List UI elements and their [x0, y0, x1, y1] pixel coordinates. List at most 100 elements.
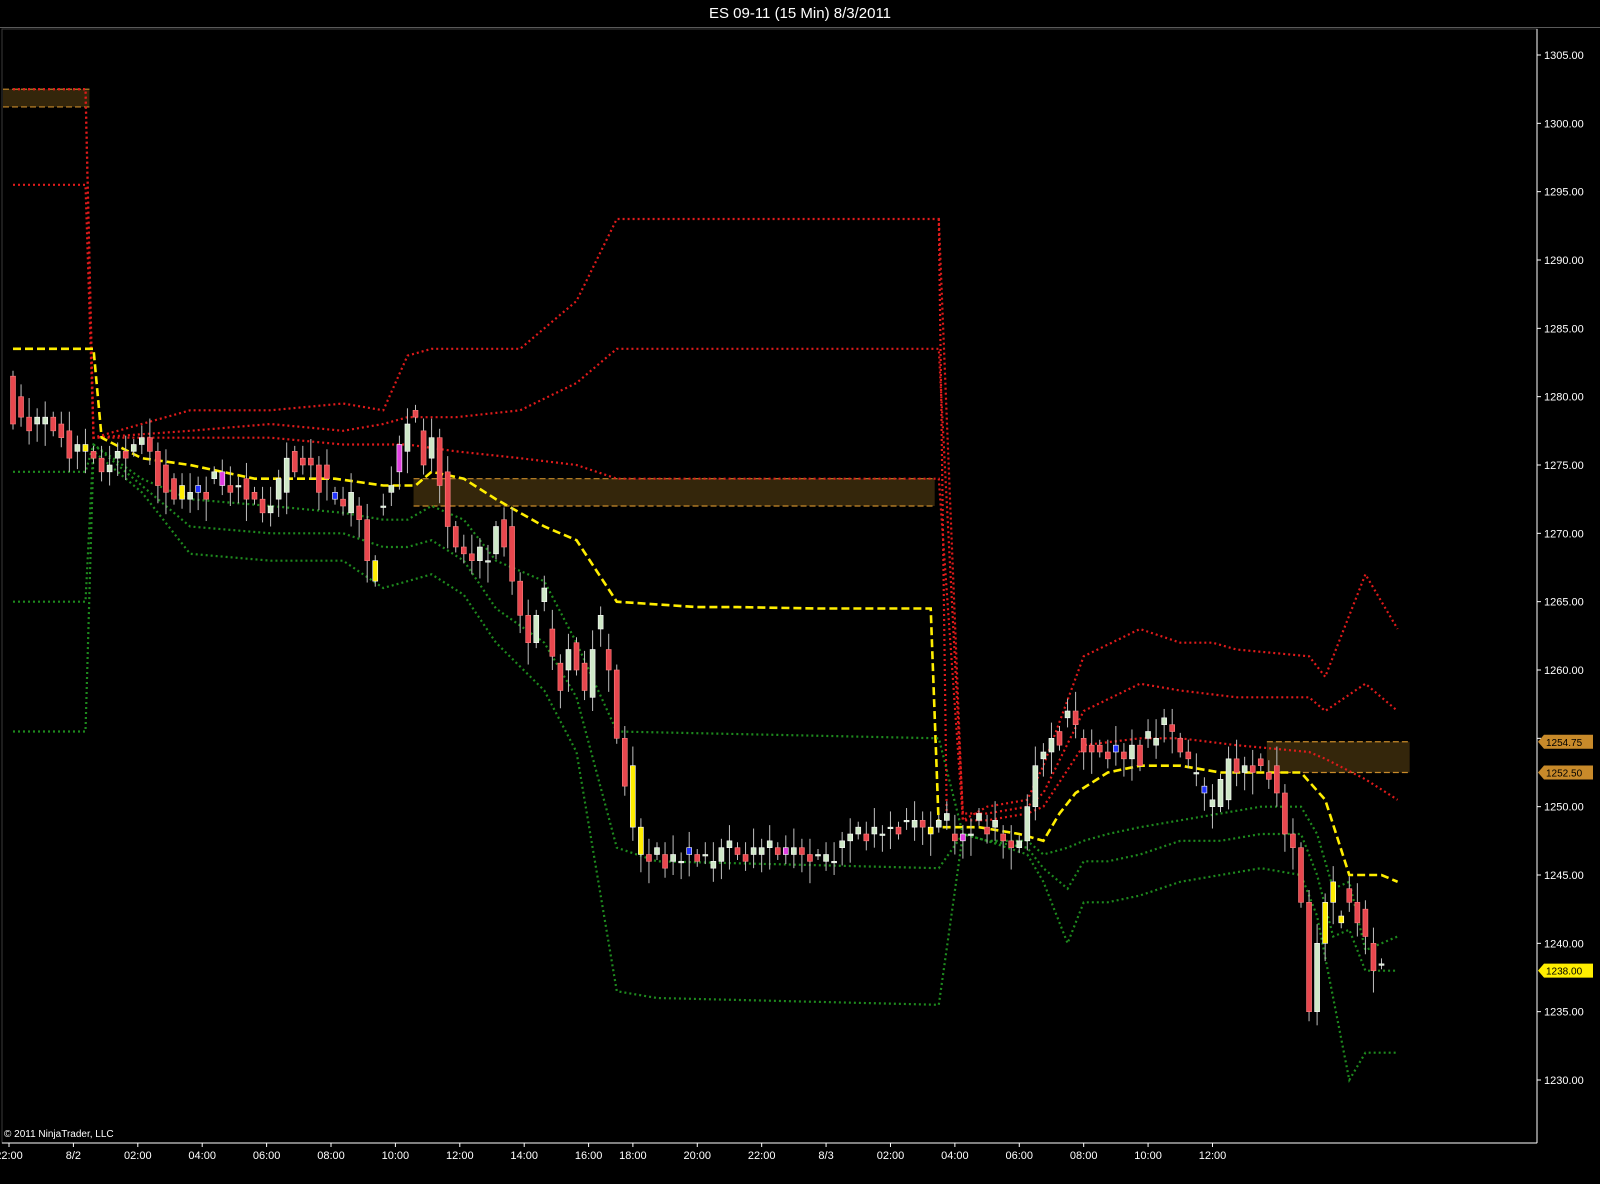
candle-body — [1257, 758, 1264, 766]
candle-body — [718, 847, 725, 862]
candle-body — [1322, 902, 1328, 944]
candles-layer — [10, 370, 1385, 1026]
candle-body — [911, 820, 918, 828]
candle-body — [1145, 731, 1151, 739]
candle-body — [227, 485, 234, 493]
candle-body — [630, 765, 636, 828]
price-axis-label: 1300.00 — [1544, 118, 1584, 130]
price-axis-label: 1290.00 — [1544, 255, 1584, 267]
time-axis[interactable]: 22:00 8/2 02:00 04:00 06:00 08:00 10:00 12:00 14… — [0, 1142, 1537, 1162]
zone-bottom-tag: 1252.50 — [1538, 765, 1593, 780]
time-axis-label: 20:00 — [684, 1150, 712, 1162]
candle-body — [364, 519, 371, 561]
time-axis-label: 02:00 — [124, 1150, 152, 1162]
price-axis-label: 1250.00 — [1544, 802, 1584, 814]
candle-body — [791, 847, 797, 855]
price-axis-label: 1270.00 — [1544, 528, 1584, 540]
candle-body — [299, 457, 306, 466]
candle-body — [1169, 724, 1175, 732]
candle-body — [66, 430, 73, 459]
price-axis-label: 1285.00 — [1544, 323, 1584, 335]
candle-body — [1080, 738, 1087, 753]
candle-body — [573, 642, 580, 671]
candle-body — [1185, 751, 1192, 760]
candle-body — [517, 580, 523, 616]
candle-body — [147, 437, 153, 452]
candle-body — [557, 662, 564, 691]
candle-body — [847, 833, 854, 842]
candle-body — [525, 615, 532, 643]
series-lower_band_2 — [13, 442, 1398, 972]
candle-body — [710, 861, 717, 869]
candle-body — [581, 662, 588, 691]
candle-body — [251, 492, 258, 500]
candle-body — [243, 478, 250, 500]
candle-body — [235, 485, 242, 488]
candle-body — [1298, 847, 1304, 903]
candle-body — [943, 813, 950, 821]
candle-body — [98, 457, 105, 473]
candle-body — [1274, 765, 1280, 794]
candle-body — [259, 498, 266, 514]
candle-body — [1096, 744, 1103, 753]
candle-body — [122, 451, 129, 459]
candle-body — [855, 826, 862, 835]
candle-body — [211, 471, 218, 479]
price-chart[interactable]: 1305.00 1300.00 1295.00 1290.00 1285.00 1280.… — [0, 0, 1600, 1184]
candle-body — [139, 437, 145, 445]
candle-body — [50, 416, 57, 432]
time-axis-label: 22:00 — [748, 1150, 776, 1162]
time-axis-label: 08:00 — [1070, 1150, 1098, 1162]
series-vwap — [13, 347, 1399, 883]
zone-bottom-tag-label: 1252.50 — [1546, 769, 1583, 780]
time-axis-label: 22:00 — [0, 1150, 23, 1162]
candle-body — [670, 854, 676, 862]
zone-top-tag: 1254.75 — [1538, 734, 1593, 749]
candle-body — [275, 478, 282, 500]
candle-body — [782, 847, 789, 855]
candle-body — [316, 464, 322, 493]
candle-body — [533, 615, 540, 643]
candle-body — [340, 498, 346, 507]
candle-body — [823, 854, 829, 862]
candle-body — [171, 478, 177, 500]
time-axis-label: 14:00 — [510, 1150, 538, 1162]
candle-body — [992, 820, 998, 828]
candle-body — [1282, 792, 1288, 835]
copyright-notice: © 2011 NinjaTrader, LLC — [4, 1129, 114, 1140]
candle-body — [1105, 751, 1111, 760]
time-axis-label: 04:00 — [188, 1150, 216, 1162]
candle-body — [1362, 908, 1369, 937]
candle-body — [90, 451, 97, 459]
time-axis-label: 8/2 — [66, 1150, 81, 1162]
candle-body — [10, 375, 16, 425]
series-upper_band_1 — [13, 88, 1399, 822]
candle-body — [694, 854, 701, 862]
candle-body — [1072, 710, 1079, 725]
candle-body — [130, 444, 137, 452]
price-axis-label: 1295.00 — [1544, 187, 1584, 199]
candle-body — [799, 847, 805, 855]
candle-body — [42, 416, 49, 425]
candle-body — [444, 471, 451, 527]
candle-body — [1056, 731, 1063, 746]
candle-body — [1338, 915, 1345, 924]
candle-body — [1233, 758, 1240, 773]
candle-body — [291, 451, 298, 473]
candle-body — [114, 451, 121, 459]
time-axis-label: 06:00 — [253, 1150, 281, 1162]
series-upper_band_3 — [13, 88, 1399, 823]
candle-body — [1000, 833, 1006, 842]
candle-body — [960, 833, 966, 842]
time-axis-label: 8/3 — [818, 1150, 833, 1162]
candle-body — [1370, 943, 1377, 971]
candle-body — [485, 560, 491, 563]
candle-body — [163, 464, 169, 493]
candle-body — [646, 854, 652, 862]
time-axis-label: 18:00 — [619, 1150, 647, 1162]
candle-body — [1008, 840, 1015, 848]
candle-body — [984, 826, 990, 835]
candle-body — [1153, 738, 1159, 746]
candle-body — [919, 820, 926, 828]
candle-body — [1290, 833, 1296, 848]
